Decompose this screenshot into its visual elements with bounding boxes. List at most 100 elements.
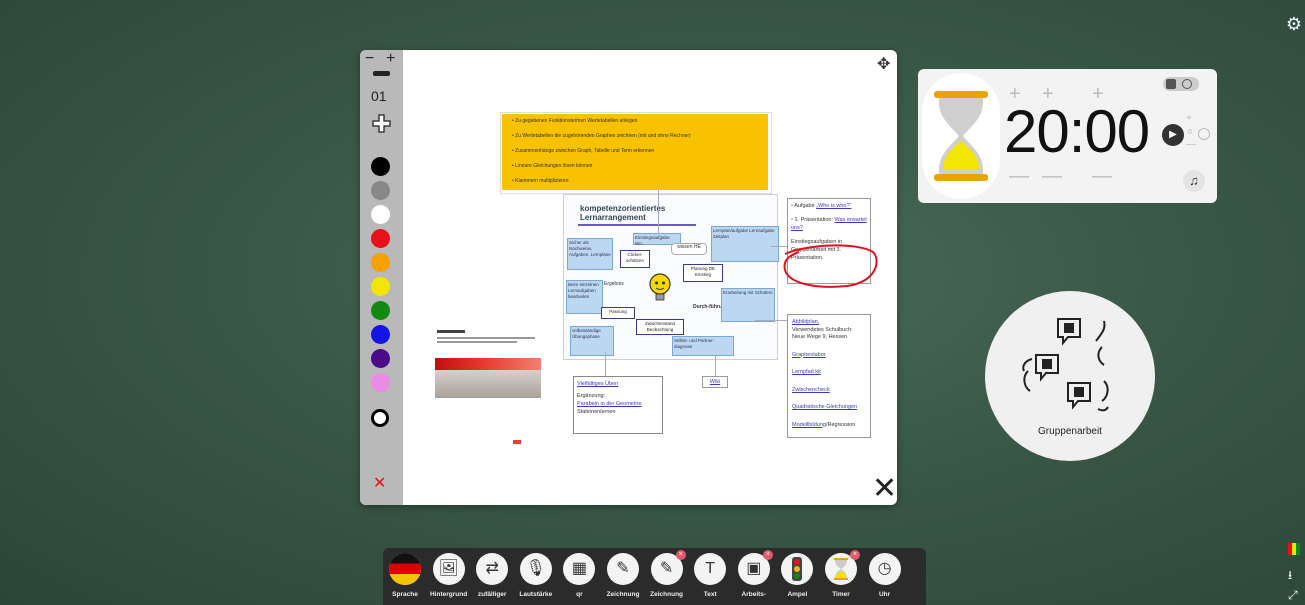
color-swatch-gray[interactable] bbox=[371, 181, 390, 200]
red-ink-annotation bbox=[783, 244, 878, 288]
arbeits-dock-button[interactable]: ▣ × bbox=[737, 550, 773, 585]
timer-play-button[interactable]: ▶ bbox=[1162, 124, 1184, 146]
uebung-box: Vielfältiges Üben Ergänzung: Parabeln in… bbox=[573, 376, 663, 434]
color-swatch-green[interactable] bbox=[371, 301, 390, 320]
qr-dock-button[interactable]: ▦ bbox=[563, 553, 596, 585]
connector bbox=[771, 246, 787, 247]
node-zwischen: Zwischenstand Beobachtung bbox=[636, 319, 684, 335]
hours-plus-button[interactable]: + bbox=[1009, 83, 1021, 106]
dock-label: Sprache bbox=[392, 591, 418, 598]
group-work-widget[interactable]: Gruppenarbeit bbox=[985, 291, 1155, 461]
color-swatch-red[interactable] bbox=[371, 229, 390, 248]
lightbulb-icon bbox=[649, 273, 671, 301]
group-work-icon bbox=[1022, 318, 1109, 412]
add-page-icon[interactable] bbox=[371, 113, 392, 134]
node-selbst: selbstständige Übungsphase bbox=[570, 326, 614, 356]
minutes-plus-button[interactable]: + bbox=[1092, 83, 1104, 106]
connector bbox=[755, 320, 787, 321]
color-swatch-purple[interactable] bbox=[371, 349, 390, 368]
drawing-toolbar: − + 01 ✕ bbox=[360, 50, 403, 505]
download-icon[interactable]: ⭳ bbox=[1288, 566, 1292, 587]
clear-drawing-button[interactable]: ✕ bbox=[373, 473, 386, 493]
zeichnung-dock-button[interactable]: ✎ bbox=[607, 553, 639, 585]
color-swatch-black[interactable] bbox=[371, 157, 390, 176]
flag-icon bbox=[389, 553, 421, 585]
color-swatch-blue[interactable] bbox=[371, 325, 390, 344]
dock-label: Zeichnung bbox=[606, 591, 640, 598]
dock-label: Hintergrund bbox=[429, 591, 468, 598]
dock-label: Timer bbox=[832, 591, 850, 598]
close-panel-button[interactable]: ✕ bbox=[872, 474, 897, 504]
dock-label: Text bbox=[703, 591, 717, 598]
zoom-out-button[interactable]: − bbox=[365, 50, 374, 68]
dock-label: qr bbox=[576, 591, 583, 598]
move-panel-icon[interactable]: ✥ bbox=[877, 54, 890, 74]
vielfaeltiges-ueben-link[interactable]: Vielfältiges Üben bbox=[577, 380, 659, 388]
close-badge-icon[interactable]: × bbox=[762, 550, 773, 560]
parabeln-link[interactable]: Parabeln in der Geometrie bbox=[577, 400, 659, 408]
timer-display[interactable]: 20:00 bbox=[1004, 97, 1150, 166]
sprache-dock-button[interactable] bbox=[389, 553, 421, 585]
arrow-line bbox=[578, 224, 696, 226]
traffic-light-mini-icon[interactable] bbox=[1287, 542, 1301, 556]
who-is-who-link[interactable]: „Who is who?“ bbox=[816, 203, 851, 209]
line-width-icon[interactable] bbox=[373, 71, 390, 76]
hintergrund-dock-button[interactable]: 🖼 bbox=[432, 553, 465, 585]
dock-label: Lautstärke bbox=[519, 591, 553, 598]
close-badge-icon[interactable]: × bbox=[675, 550, 686, 560]
group-work-label: Gruppenarbeit bbox=[1038, 426, 1102, 437]
abbildplan-link[interactable]: Abbildplan, bbox=[792, 319, 866, 327]
node-planung: Planung DE Einstieg bbox=[683, 264, 723, 282]
resource-link[interactable]: Quadratische Gleichungen bbox=[792, 404, 866, 412]
lautstärke-dock-button[interactable]: 🎙 bbox=[519, 553, 552, 585]
uhr-dock-button[interactable]: ◷ bbox=[868, 553, 901, 585]
modellbildung-link[interactable]: Modellbildung bbox=[792, 422, 826, 428]
connector bbox=[605, 352, 606, 376]
clock-icon: ◷ bbox=[877, 560, 892, 577]
zeichnung-dock-button[interactable]: ✎ × bbox=[650, 550, 686, 585]
fullscreen-icon[interactable]: ⤢ bbox=[1288, 588, 1298, 603]
dock-label: Uhr bbox=[878, 591, 891, 598]
timer-dock-button[interactable]: × bbox=[825, 550, 860, 585]
ampel-dock-button[interactable] bbox=[781, 553, 814, 585]
color-swatch-orange[interactable] bbox=[371, 253, 390, 272]
drawing-panel[interactable]: − + 01 ✕ • Zu gegebenen Funktionstermen … bbox=[360, 50, 897, 505]
volume-minus-button[interactable]: — bbox=[1186, 139, 1196, 150]
objective-item: • Zusammenhänge zwischen Graph, Tabelle … bbox=[512, 148, 655, 154]
hourglass-icon[interactable] bbox=[932, 89, 990, 183]
zoom-in-button[interactable]: + bbox=[386, 50, 395, 68]
settings-gear-icon[interactable]: ⚙ bbox=[1284, 14, 1304, 34]
dock-label: Zeichnung bbox=[650, 591, 684, 598]
volume-plus-button[interactable]: + bbox=[1186, 113, 1192, 124]
hours-minus-button[interactable]: — bbox=[1009, 165, 1029, 188]
eraser-ring-icon[interactable] bbox=[371, 409, 389, 427]
text-icon: T bbox=[705, 560, 716, 577]
volume-knob[interactable] bbox=[1198, 128, 1210, 140]
microphone-icon: 🎙 bbox=[525, 560, 546, 577]
tens-minus-button[interactable]: — bbox=[1042, 165, 1062, 188]
page-number: 01 bbox=[371, 88, 387, 104]
text-dock-button[interactable]: T bbox=[694, 553, 727, 585]
connector bbox=[658, 190, 659, 234]
node-wissen: wissen HE bbox=[671, 243, 707, 255]
wiki-link[interactable]: Wiki bbox=[702, 376, 728, 388]
dock-label: zufälliger bbox=[477, 591, 507, 598]
node-erarbeitung: Erarbeitung mit Schülern bbox=[721, 288, 775, 322]
objective-item: • Lineare Gleichungen lösen können bbox=[512, 163, 593, 169]
node-passung: Passung bbox=[601, 307, 635, 319]
music-note-icon[interactable]: ♫ bbox=[1183, 170, 1205, 192]
objective-item: • Zu gegebenen Funktionstermen Wertetabe… bbox=[512, 118, 638, 124]
zufälliger-dock-button[interactable]: ⇄ bbox=[476, 553, 509, 585]
color-swatch-pink[interactable] bbox=[371, 373, 390, 392]
color-swatch-yellow[interactable] bbox=[371, 277, 390, 296]
close-badge-icon[interactable]: × bbox=[850, 550, 860, 560]
node-lernplan: Lernplan/aufgabe Lernaufgabe Zeitplan bbox=[711, 226, 779, 262]
resource-link[interactable]: Zwischencheck bbox=[792, 387, 866, 395]
bottom-dock: Sprache 🖼 Hintergrund ⇄ zufälliger 🎙 Lautstärk… bbox=[383, 548, 926, 605]
tens-plus-button[interactable]: + bbox=[1042, 83, 1054, 106]
resource-link[interactable]: Graphenlabor bbox=[792, 352, 866, 360]
resource-link[interactable]: Lernpfad kit bbox=[792, 369, 866, 377]
minutes-minus-button[interactable]: — bbox=[1092, 165, 1112, 188]
mode-toggle[interactable] bbox=[1163, 77, 1199, 91]
color-swatch-white[interactable] bbox=[371, 205, 390, 224]
